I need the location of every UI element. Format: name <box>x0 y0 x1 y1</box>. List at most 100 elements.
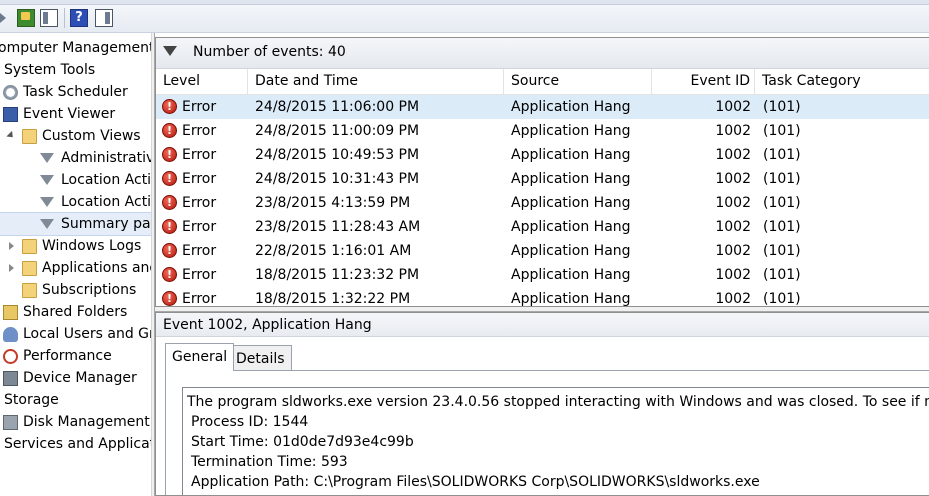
folder-icon <box>22 283 37 298</box>
cell-level: Error <box>182 291 217 307</box>
table-row[interactable]: ! Error 23/8/2015 4:13:59 PM Application Ha… <box>156 191 929 215</box>
disk-icon <box>3 415 18 430</box>
device-manager-icon <box>3 371 18 386</box>
toolbar-separator <box>64 8 65 28</box>
column-header-source[interactable]: Source <box>504 69 652 94</box>
cell-date-time: 23/8/2015 4:13:59 PM <box>255 195 411 211</box>
tree-item-computer-management[interactable]: omputer Management <box>0 37 151 59</box>
filter-icon <box>40 197 54 207</box>
filter-icon <box>163 46 177 56</box>
cell-source: Application Hang <box>511 171 631 187</box>
table-row[interactable]: ! Error 24/8/2015 11:00:09 PM Application H… <box>156 119 929 143</box>
event-description-line: Process ID: 1544 <box>191 414 309 430</box>
cell-source: Application Hang <box>511 243 631 259</box>
table-row[interactable]: ! Error 24/8/2015 11:06:00 PM Application H… <box>156 95 929 119</box>
cell-event-id: 1002 <box>715 267 751 283</box>
show-hide-console-tree-icon[interactable] <box>40 9 58 27</box>
table-row[interactable]: ! Error 18/8/2015 11:23:32 PM Application H… <box>156 263 929 287</box>
event-list-pane: Number of events: 40 Level Date and Time… <box>155 37 929 307</box>
error-icon: ! <box>162 123 177 138</box>
cell-source: Application Hang <box>511 123 631 139</box>
error-icon: ! <box>162 291 177 306</box>
expand-arrow-icon[interactable] <box>9 264 14 272</box>
filter-icon <box>40 153 54 163</box>
cell-task-category: (101) <box>763 243 801 259</box>
tree-item-system-tools[interactable]: System Tools <box>4 59 95 81</box>
error-icon: ! <box>162 99 177 114</box>
export-list-icon[interactable] <box>17 9 35 27</box>
toolbar: ? <box>0 0 929 33</box>
event-detail-pane: Event 1002, Application Hang General Det… <box>155 312 929 496</box>
cell-task-category: (101) <box>763 99 801 115</box>
error-icon: ! <box>162 195 177 210</box>
event-viewer-icon <box>3 107 18 122</box>
expand-arrow-icon[interactable] <box>6 130 16 141</box>
show-hide-action-pane-icon[interactable] <box>95 9 113 27</box>
table-row[interactable]: ! Error 24/8/2015 10:49:53 PM Application H… <box>156 143 929 167</box>
table-row[interactable]: ! Error 24/8/2015 10:31:43 PM Application H… <box>156 167 929 191</box>
event-description-box[interactable]: The program sldworks.exe version 23.4.0.… <box>182 387 929 495</box>
cell-event-id: 1002 <box>715 99 751 115</box>
event-description-line: The program sldworks.exe version 23.4.0.… <box>187 394 929 410</box>
tab-general[interactable]: General <box>165 343 235 371</box>
cell-date-time: 24/8/2015 10:31:43 PM <box>255 171 420 187</box>
help-icon[interactable]: ? <box>70 9 88 27</box>
cell-task-category: (101) <box>763 291 801 307</box>
column-header-date-time[interactable]: Date and Time <box>248 69 504 94</box>
cell-date-time: 22/8/2015 1:16:01 AM <box>255 243 412 259</box>
cell-level: Error <box>182 147 217 163</box>
cell-level: Error <box>182 99 217 115</box>
column-header-task-category[interactable]: Task Category <box>755 69 929 94</box>
cell-date-time: 18/8/2015 1:32:22 PM <box>255 291 411 307</box>
table-row[interactable]: ! Error 22/8/2015 1:16:01 AM Application Ha… <box>156 239 929 263</box>
table-row[interactable]: ! Error 18/8/2015 1:32:22 PM Application Ha… <box>156 287 929 307</box>
cell-event-id: 1002 <box>715 291 751 307</box>
forward-icon[interactable] <box>0 9 8 27</box>
cell-level: Error <box>182 243 217 259</box>
column-header-level[interactable]: Level <box>156 69 248 94</box>
folder-icon <box>22 129 37 144</box>
cell-date-time: 24/8/2015 11:06:00 PM <box>255 99 420 115</box>
tree-item-summary-page[interactable]: Summary pag <box>0 212 151 236</box>
cell-task-category: (101) <box>763 147 801 163</box>
menu-bar-edge <box>0 0 929 5</box>
general-tab-pane: The program sldworks.exe version 23.4.0.… <box>165 370 929 495</box>
cell-level: Error <box>182 171 217 187</box>
cell-event-id: 1002 <box>715 195 751 211</box>
cell-date-time: 24/8/2015 10:49:53 PM <box>255 147 420 163</box>
tree-item-storage[interactable]: Storage <box>4 389 59 411</box>
clock-icon <box>3 85 18 100</box>
cell-level: Error <box>182 123 217 139</box>
cell-source: Application Hang <box>511 195 631 211</box>
filter-icon <box>40 175 54 185</box>
cell-date-time: 24/8/2015 11:00:09 PM <box>255 123 420 139</box>
table-row[interactable]: ! Error 23/8/2015 11:28:43 AM Application H… <box>156 215 929 239</box>
tree-item-services-and-applications[interactable]: Services and Applicat <box>4 433 151 455</box>
cell-task-category: (101) <box>763 219 801 235</box>
folder-icon <box>22 239 37 254</box>
error-icon: ! <box>162 171 177 186</box>
event-rows: ! Error 24/8/2015 11:06:00 PM Application H… <box>156 95 929 307</box>
cell-level: Error <box>182 195 217 211</box>
column-header-event-id[interactable]: Event ID <box>652 69 755 94</box>
event-description-line: Application Path: C:\Program Files\SOLID… <box>191 474 760 490</box>
cell-task-category: (101) <box>763 195 801 211</box>
cell-date-time: 18/8/2015 11:23:32 PM <box>255 267 420 283</box>
error-icon: ! <box>162 147 177 162</box>
cell-level: Error <box>182 267 217 283</box>
tab-details[interactable]: Details <box>229 345 292 371</box>
error-icon: ! <box>162 219 177 234</box>
cell-event-id: 1002 <box>715 147 751 163</box>
column-headers: Level Date and Time Source Event ID Task… <box>156 69 929 95</box>
cell-event-id: 1002 <box>715 219 751 235</box>
cell-source: Application Hang <box>511 147 631 163</box>
event-list-header: Number of events: 40 <box>156 38 929 69</box>
expand-arrow-icon[interactable] <box>9 242 14 250</box>
cell-event-id: 1002 <box>715 171 751 187</box>
cell-event-id: 1002 <box>715 243 751 259</box>
cell-date-time: 23/8/2015 11:28:43 AM <box>255 219 421 235</box>
cell-level: Error <box>182 219 217 235</box>
console-tree: omputer Management System Tools Task Sch… <box>0 33 151 496</box>
cell-source: Application Hang <box>511 267 631 283</box>
folder-icon <box>22 261 37 276</box>
